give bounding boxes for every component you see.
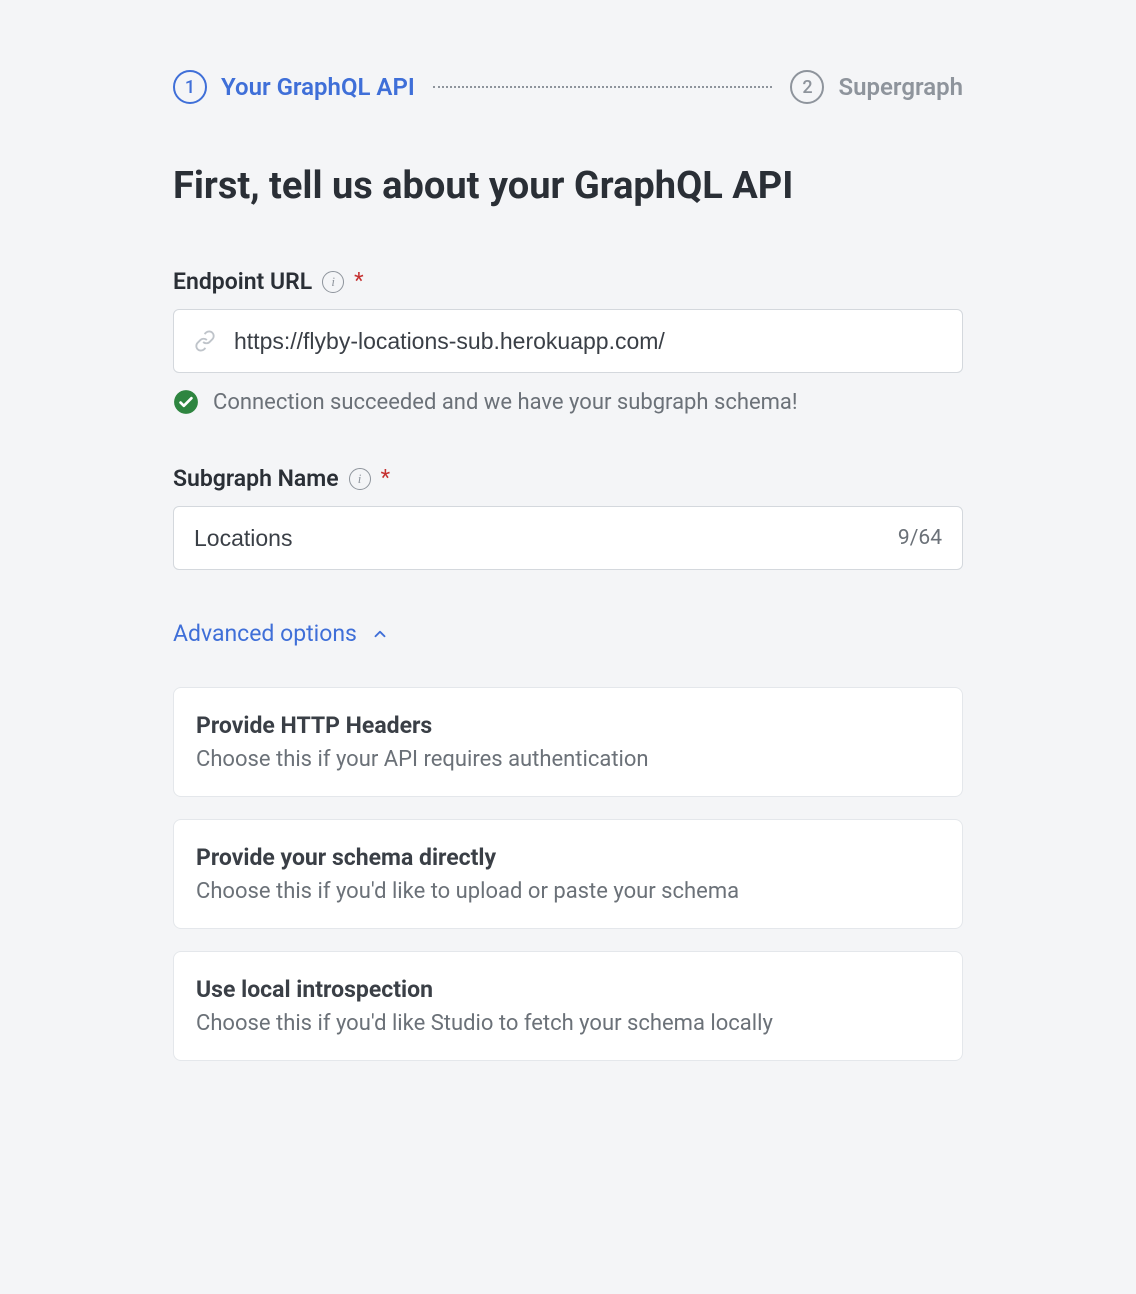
subgraph-field: Subgraph Name i * 9/64	[173, 465, 963, 570]
info-icon[interactable]: i	[322, 271, 344, 293]
step-1[interactable]: 1 Your GraphQL API	[173, 70, 415, 104]
option-title: Provide your schema directly	[196, 844, 940, 871]
option-desc: Choose this if you'd like Studio to fetc…	[196, 1011, 940, 1036]
step-indicator: 1 Your GraphQL API 2 Supergraph	[173, 70, 963, 104]
advanced-label: Advanced options	[173, 620, 357, 647]
subgraph-input-wrap[interactable]: 9/64	[173, 506, 963, 570]
endpoint-field: Endpoint URL i * Connection succeeded an…	[173, 268, 963, 415]
chevron-up-icon	[371, 625, 389, 643]
advanced-options-toggle[interactable]: Advanced options	[173, 620, 963, 647]
option-desc: Choose this if you'd like to upload or p…	[196, 879, 940, 904]
page-title: First, tell us about your GraphQL API	[173, 164, 963, 208]
step-1-label: Your GraphQL API	[221, 73, 415, 101]
option-provide-schema[interactable]: Provide your schema directly Choose this…	[173, 819, 963, 929]
option-local-introspection[interactable]: Use local introspection Choose this if y…	[173, 951, 963, 1061]
option-title: Provide HTTP Headers	[196, 712, 940, 739]
endpoint-status: Connection succeeded and we have your su…	[213, 390, 798, 415]
link-icon	[194, 330, 216, 352]
endpoint-input[interactable]	[234, 328, 942, 355]
option-desc: Choose this if your API requires authent…	[196, 747, 940, 772]
option-title: Use local introspection	[196, 976, 940, 1003]
step-2[interactable]: 2 Supergraph	[790, 70, 963, 104]
char-counter: 9/64	[898, 526, 942, 550]
step-connector	[433, 86, 773, 88]
step-2-number: 2	[790, 70, 824, 104]
info-icon[interactable]: i	[349, 468, 371, 490]
required-indicator: *	[381, 466, 390, 491]
check-success-icon	[173, 389, 199, 415]
step-2-label: Supergraph	[838, 73, 963, 101]
required-indicator: *	[354, 269, 363, 294]
subgraph-input[interactable]	[194, 525, 880, 552]
subgraph-label: Subgraph Name	[173, 465, 339, 492]
endpoint-label: Endpoint URL	[173, 268, 312, 295]
option-http-headers[interactable]: Provide HTTP Headers Choose this if your…	[173, 687, 963, 797]
step-1-number: 1	[173, 70, 207, 104]
endpoint-input-wrap[interactable]	[173, 309, 963, 373]
